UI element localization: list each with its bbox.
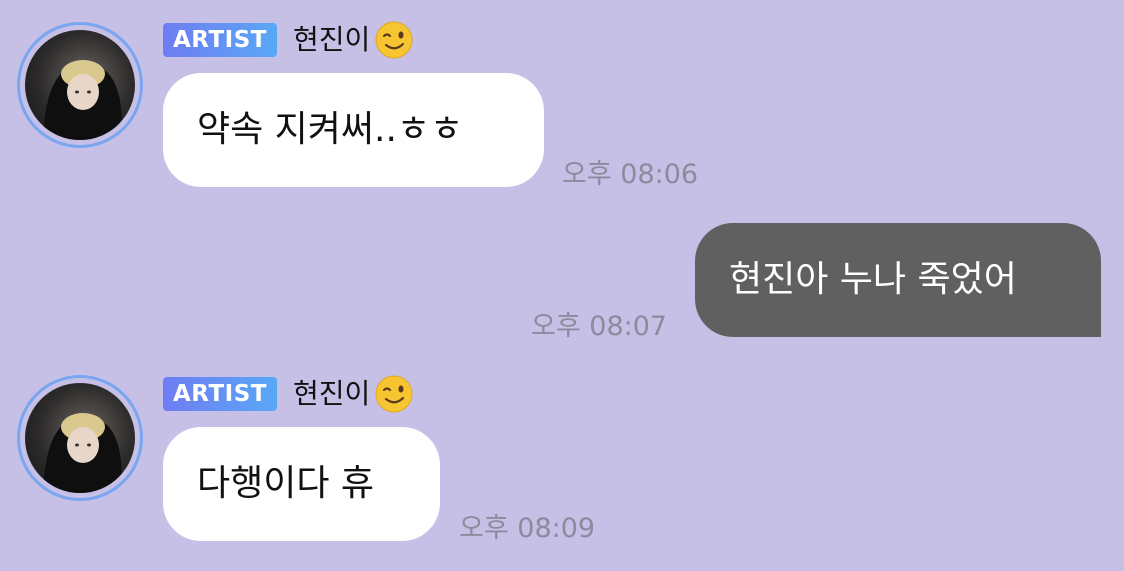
sender-row: ARTIST 현진이 xyxy=(163,20,414,60)
artist-badge: ARTIST xyxy=(163,23,277,57)
wink-face-icon xyxy=(374,20,414,60)
message-time: 오후 08:06 xyxy=(562,159,699,190)
profile-photo xyxy=(25,383,135,493)
sender-name: 현진이 xyxy=(292,377,371,410)
message-bubble[interactable]: 현진아 누나 죽었어 xyxy=(695,223,1101,337)
sender-row: ARTIST 현진이 xyxy=(163,374,414,414)
message-text: 현진아 누나 죽었어 xyxy=(729,259,1017,300)
message-bubble[interactable]: 약속 지켜써..ㅎㅎ xyxy=(163,73,544,187)
message-bubble[interactable]: 다행이다 휴 xyxy=(163,427,440,541)
wink-face-icon xyxy=(374,374,414,414)
message-text: 약속 지켜써..ㅎㅎ xyxy=(197,109,464,150)
message-text: 다행이다 휴 xyxy=(197,463,375,504)
message-time: 오후 08:07 xyxy=(531,311,668,342)
avatar[interactable] xyxy=(17,375,143,501)
avatar[interactable] xyxy=(17,22,143,148)
sender-name: 현진이 xyxy=(292,23,371,56)
message-time: 오후 08:09 xyxy=(459,513,596,544)
profile-photo xyxy=(25,30,135,140)
artist-badge: ARTIST xyxy=(163,377,277,411)
